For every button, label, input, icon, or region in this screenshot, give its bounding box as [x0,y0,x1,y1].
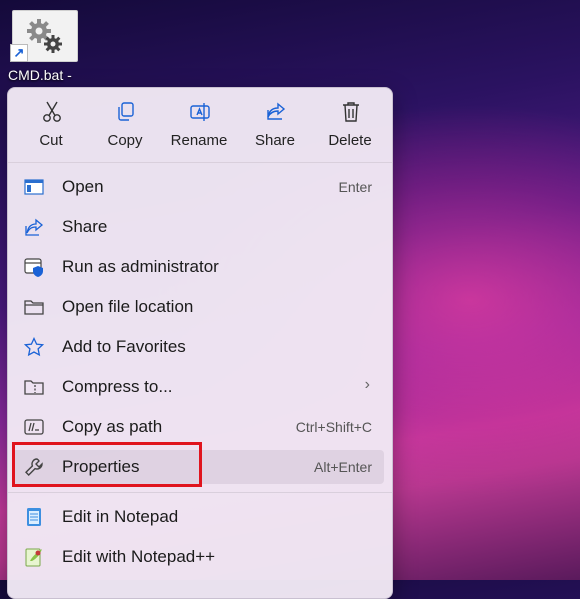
rename-button[interactable]: Rename [164,94,234,156]
copy-label: Copy [107,132,143,149]
menu-item-label: Edit with Notepad++ [62,547,216,566]
menu-item-compress-to[interactable]: Compress to... › [12,370,384,404]
share-icon [267,102,286,120]
share-label: Share [254,132,296,149]
share-icon [25,218,44,236]
menu-item-label: Compress to... [62,377,173,396]
context-menu-toolbar: Cut Copy Rename Share Delete [8,88,392,162]
menu-item-add-to-favorites[interactable]: Add to Favorites [12,330,384,364]
zip-folder-icon [24,380,44,395]
menu-item-shortcut: Ctrl+Shift+C [295,419,372,435]
context-menu: Cut Copy Rename Share Delete Open Enter … [7,87,393,599]
notepad-icon [27,508,41,526]
menu-item-label: Add to Favorites [62,337,186,356]
delete-button[interactable]: Delete [315,94,385,156]
menu-item-copy-as-path[interactable]: Copy as path Ctrl+Shift+C [12,410,384,444]
menu-item-open-file-location[interactable]: Open file location [12,290,384,324]
notepadpp-icon [25,548,42,567]
copy-button[interactable]: Copy [90,94,160,156]
menu-item-shortcut: Alt+Enter [314,459,372,475]
rename-label: Rename [170,132,228,149]
menu-item-shortcut: Enter [338,179,372,195]
menu-item-edit-with-notepad-plus-plus[interactable]: Edit with Notepad++ [12,540,384,574]
shortcut-arrow-icon: ↗ [10,44,28,62]
menu-item-open[interactable]: Open Enter [12,170,384,204]
highlight-box-properties [12,442,202,487]
share-button[interactable]: Share [240,94,310,156]
shield-window-icon [24,258,43,277]
menu-separator [8,492,392,493]
cut-button[interactable]: Cut [16,94,86,156]
menu-item-share[interactable]: Share [12,210,384,244]
menu-item-label: Run as administrator [62,257,219,276]
menu-item-label: Share [62,217,108,236]
desktop-icon-label: CMD.bat - [8,67,72,83]
folder-icon [24,300,44,315]
menu-item-label: Open [62,177,104,196]
menu-item-edit-in-notepad[interactable]: Edit in Notepad [12,500,384,534]
menu-item-run-as-administrator[interactable]: Run as administrator [12,250,384,284]
menu-item-label: Open file location [62,297,194,316]
copy-icon [118,102,134,121]
path-icon [24,419,44,435]
submenu-chevron-icon: › [364,376,370,393]
cut-label: Cut [39,132,63,149]
menu-item-label: Edit in Notepad [62,507,179,526]
menu-item-label: Copy as path [62,417,163,436]
window-icon [24,179,44,195]
trash-icon [343,102,359,122]
menu-separator [8,162,392,163]
delete-label: Delete [328,132,372,149]
scissors-icon [43,101,61,122]
rename-icon [190,103,210,121]
star-icon [24,337,44,357]
